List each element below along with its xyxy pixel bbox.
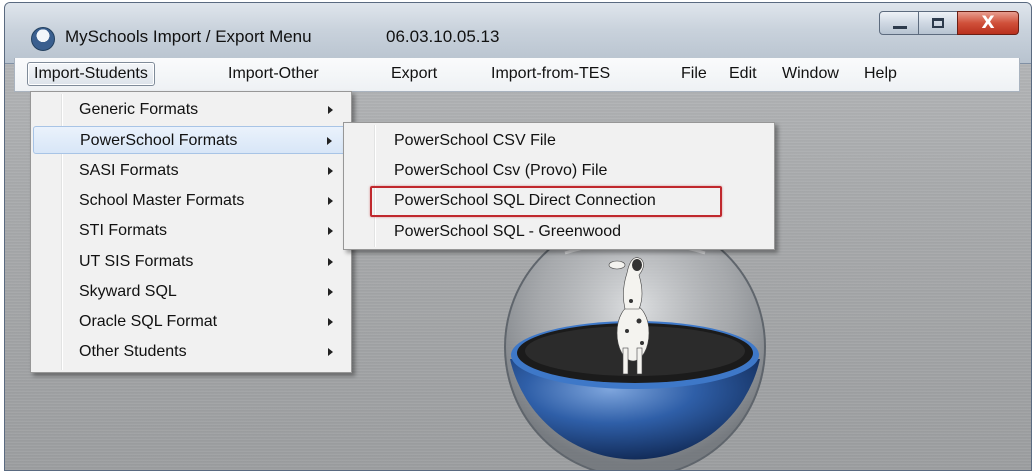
menu-import-other[interactable]: Import-Other bbox=[223, 64, 324, 84]
caption-buttons: X bbox=[879, 11, 1019, 37]
maximize-button[interactable] bbox=[918, 11, 958, 35]
menu-item-powerschool-sql-direct-connection[interactable]: PowerSchool SQL Direct Connection bbox=[346, 187, 770, 215]
menu-bar: Import-Students Import-Other Export Impo… bbox=[14, 58, 1020, 92]
menu-item-sasi-formats[interactable]: SASI Formats bbox=[33, 157, 347, 185]
maximize-icon bbox=[932, 18, 944, 28]
submenu-arrow-icon bbox=[327, 137, 332, 145]
menu-item-label: PowerSchool Csv (Provo) File bbox=[394, 162, 608, 179]
submenu-arrow-icon bbox=[328, 106, 333, 114]
menu-item-label: Oracle SQL Format bbox=[79, 313, 218, 330]
menu-item-label: School Master Formats bbox=[79, 192, 245, 209]
submenu-arrow-icon bbox=[328, 167, 333, 175]
submenu-arrow-icon bbox=[328, 227, 333, 235]
close-button[interactable]: X bbox=[957, 11, 1019, 35]
close-icon: X bbox=[981, 13, 995, 33]
menu-item-powerschool-csv-file[interactable]: PowerSchool CSV File bbox=[346, 127, 770, 155]
menu-item-label: Generic Formats bbox=[79, 101, 199, 118]
submenu-arrow-icon bbox=[328, 258, 333, 266]
menu-item-label: Skyward SQL bbox=[79, 283, 177, 300]
menu-item-generic-formats[interactable]: Generic Formats bbox=[33, 96, 347, 124]
menu-edit[interactable]: Edit bbox=[724, 64, 762, 84]
minimize-icon bbox=[893, 26, 907, 29]
menu-file[interactable]: File bbox=[676, 64, 712, 84]
version-label: 06.03.10.05.13 bbox=[386, 27, 500, 46]
minimize-button[interactable] bbox=[879, 11, 919, 35]
menu-item-label: PowerSchool Formats bbox=[80, 132, 238, 149]
import-students-dropdown: Generic Formats PowerSchool Formats SASI… bbox=[30, 91, 352, 373]
menu-item-label: Other Students bbox=[79, 343, 187, 360]
window-title: MySchools Import / Export Menu bbox=[65, 27, 312, 46]
menu-item-powerschool-formats[interactable]: PowerSchool Formats bbox=[33, 126, 347, 154]
powerschool-formats-submenu: PowerSchool CSV File PowerSchool Csv (Pr… bbox=[343, 122, 775, 250]
menu-help[interactable]: Help bbox=[859, 64, 902, 84]
menu-window[interactable]: Window bbox=[777, 64, 844, 84]
submenu-arrow-icon bbox=[328, 197, 333, 205]
submenu-arrow-icon bbox=[328, 318, 333, 326]
menu-item-school-master-formats[interactable]: School Master Formats bbox=[33, 187, 347, 215]
menu-item-ut-sis-formats[interactable]: UT SIS Formats bbox=[33, 248, 347, 276]
menu-item-skyward-sql[interactable]: Skyward SQL bbox=[33, 278, 347, 306]
menu-item-label: PowerSchool CSV File bbox=[394, 132, 556, 149]
menu-export[interactable]: Export bbox=[386, 64, 442, 84]
menu-item-powerschool-csv-provo-file[interactable]: PowerSchool Csv (Provo) File bbox=[346, 157, 770, 185]
menu-item-label: SASI Formats bbox=[79, 162, 179, 179]
menu-item-label: PowerSchool SQL - Greenwood bbox=[394, 223, 622, 240]
menu-item-label: STI Formats bbox=[79, 222, 168, 239]
menu-item-other-students[interactable]: Other Students bbox=[33, 338, 347, 366]
submenu-arrow-icon bbox=[328, 348, 333, 356]
submenu-arrow-icon bbox=[328, 288, 333, 296]
menu-item-powerschool-sql-greenwood[interactable]: PowerSchool SQL - Greenwood bbox=[346, 218, 770, 246]
title-bar: MySchools Import / Export Menu 06.03.10.… bbox=[5, 3, 1031, 64]
menu-item-oracle-sql-format[interactable]: Oracle SQL Format bbox=[33, 308, 347, 336]
menu-import-students[interactable]: Import-Students bbox=[27, 62, 155, 86]
menu-item-sti-formats[interactable]: STI Formats bbox=[33, 217, 347, 245]
menu-item-label: PowerSchool SQL Direct Connection bbox=[394, 192, 656, 209]
menu-import-from-tes[interactable]: Import-from-TES bbox=[486, 64, 615, 84]
menu-item-label: UT SIS Formats bbox=[79, 253, 194, 270]
app-icon bbox=[31, 27, 55, 51]
